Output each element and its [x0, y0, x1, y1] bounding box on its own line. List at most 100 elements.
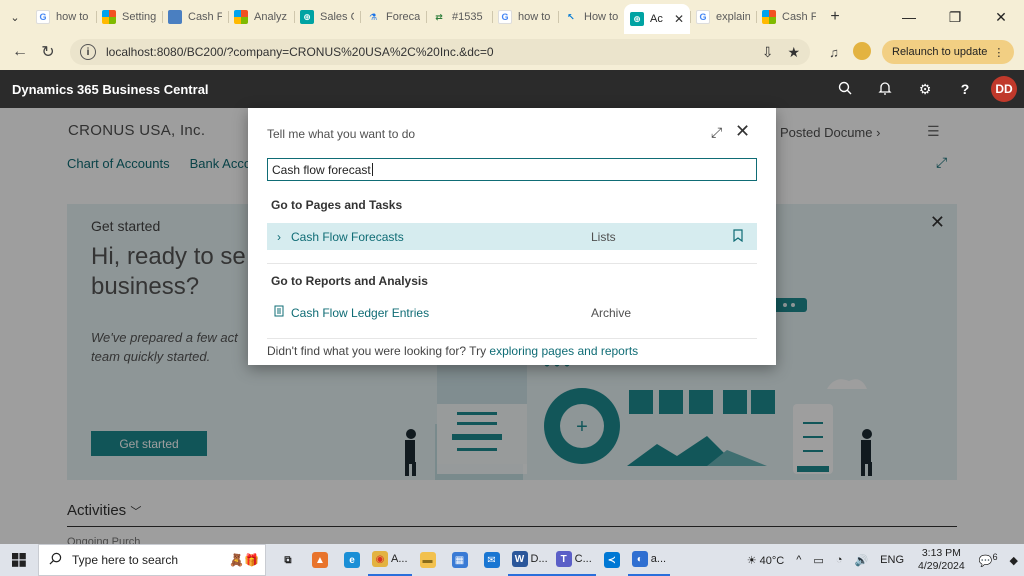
- profile-icon[interactable]: [848, 41, 876, 63]
- windows-start-icon[interactable]: [0, 553, 38, 567]
- app-brand[interactable]: Dynamics 365 Business Central: [12, 82, 209, 97]
- browser-tab[interactable]: Gexplain: [690, 4, 756, 30]
- dialog-footer: Didn't find what you were looking for? T…: [267, 344, 638, 358]
- taskbar-app-app-blue[interactable]: ◐ a...: [627, 544, 671, 576]
- close-dialog-icon[interactable]: ✕: [735, 121, 750, 142]
- volume-icon[interactable]: 🔊: [848, 554, 874, 567]
- taskbar-app-explorer[interactable]: ▬: [412, 544, 444, 576]
- browser-tab[interactable]: ⚗ Foreca: [360, 4, 426, 30]
- result-row-cash-flow-forecasts[interactable]: › Cash Flow Forecasts Lists: [267, 223, 757, 250]
- chevron-right-icon: ›: [277, 229, 281, 244]
- browser-tabs: Ghow to Setting Cash F Analyz ⊕ Sales C ⚗ Forec…: [30, 0, 822, 34]
- notification-count: 6: [992, 552, 998, 563]
- result-name[interactable]: Cash Flow Forecasts: [291, 230, 591, 244]
- taskbar-app-chrome[interactable]: ◉ A...: [368, 544, 412, 576]
- browser-tab[interactable]: Analyz: [228, 4, 294, 30]
- microsoft-icon: [762, 10, 776, 24]
- taskbar-app-task-view[interactable]: ⧉: [272, 544, 304, 576]
- browser-tab[interactable]: ⇄ #1535: [426, 4, 492, 30]
- google-icon: G: [36, 10, 50, 24]
- app-blue-icon: ◐: [631, 551, 648, 567]
- google-icon: G: [498, 10, 512, 24]
- address-bar[interactable]: i localhost:8080/BC200/?company=CRONUS%2…: [70, 39, 810, 65]
- mail-icon: ✉: [483, 552, 500, 568]
- browser-tab[interactable]: ⊕ Ac ✕: [624, 4, 690, 34]
- close-window-icon[interactable]: ✕: [978, 0, 1024, 34]
- battery-icon[interactable]: ▭: [807, 554, 829, 567]
- search-icon: [49, 552, 62, 568]
- help-icon[interactable]: ?: [945, 81, 985, 97]
- taskbar-app-edge[interactable]: e: [336, 544, 368, 576]
- minimize-icon[interactable]: —: [886, 0, 932, 34]
- browser-tab[interactable]: Ghow to: [30, 4, 96, 30]
- result-name[interactable]: Cash Flow Ledger Entries: [291, 306, 591, 320]
- taskbar-app-teams[interactable]: T C...: [551, 544, 596, 576]
- weather-temp: 40°C: [759, 554, 785, 567]
- bookmark-star-icon[interactable]: ★: [787, 44, 800, 61]
- media-control-icon[interactable]: ♫: [820, 45, 848, 60]
- install-app-icon[interactable]: ⇩: [762, 44, 774, 61]
- tray-overflow-icon[interactable]: ^: [790, 554, 807, 566]
- url-text[interactable]: localhost:8080/BC200/?company=CRONUS%20U…: [106, 45, 748, 59]
- section-reports-analysis: Go to Reports and Analysis: [271, 274, 428, 288]
- wifi-icon[interactable]: ◔: [830, 554, 849, 566]
- tell-me-search-input[interactable]: Cash flow forecast: [267, 158, 757, 181]
- reload-icon[interactable]: ↻: [34, 42, 62, 62]
- taskbar-app-label: D...: [530, 553, 548, 565]
- business-central-icon: ⊕: [300, 10, 314, 24]
- edge-icon: e: [344, 552, 360, 568]
- avatar[interactable]: DD: [991, 76, 1017, 102]
- store-icon: ▦: [451, 552, 468, 568]
- browser-tab[interactable]: Ghow to: [492, 4, 558, 30]
- notification-icon[interactable]: 💬6: [973, 552, 1004, 568]
- toolbar-right: ♫ Relaunch to update ⋮: [820, 40, 1015, 64]
- dialog-title: Tell me what you want to do: [267, 127, 416, 141]
- browser-tab[interactable]: Cash F: [162, 4, 228, 30]
- bookmark-icon[interactable]: [733, 228, 743, 245]
- taskbar-app-word[interactable]: W D...: [507, 544, 552, 576]
- app-orange-icon: ▲: [312, 552, 328, 568]
- text-caret: [371, 163, 373, 176]
- taskbar-app-mail[interactable]: ✉: [476, 544, 508, 576]
- close-tab-icon[interactable]: ✕: [674, 12, 684, 26]
- more-icon: ⋮: [993, 46, 1005, 59]
- tab-label: explain: [716, 11, 750, 23]
- browser-tab[interactable]: ⊕ Sales C: [294, 4, 360, 30]
- taskbar-app-app-orange[interactable]: ▲: [304, 544, 336, 576]
- language-indicator[interactable]: ENG: [874, 554, 910, 566]
- tab-label: #1535: [452, 11, 483, 23]
- taskbar-app-store[interactable]: ▦: [444, 544, 476, 576]
- copilot-icon[interactable]: ◆: [1004, 554, 1024, 567]
- browser-toolbar: ← → ↻ i localhost:8080/BC200/?company=CR…: [0, 34, 1024, 576]
- relaunch-button[interactable]: Relaunch to update ⋮: [882, 40, 1015, 64]
- bell-icon[interactable]: [865, 81, 905, 98]
- gear-icon[interactable]: ⚙: [905, 81, 945, 98]
- tab-search-icon[interactable]: ⌄: [0, 0, 30, 34]
- taskbar-app-vscode[interactable]: ≺: [596, 544, 628, 576]
- back-icon[interactable]: ←: [6, 43, 34, 61]
- vscode-icon: ≺: [603, 552, 620, 568]
- taskbar-search-placeholder: Type here to search: [72, 553, 179, 567]
- taskbar-app-label: A...: [391, 553, 408, 565]
- window-controls: — ❐ ✕: [886, 0, 1024, 34]
- result-category: Lists: [591, 229, 616, 244]
- tab-label: Cash F: [188, 11, 222, 23]
- expand-dialog-icon[interactable]: ⤢: [711, 124, 722, 141]
- word-icon: W: [511, 551, 528, 567]
- search-icon[interactable]: [825, 81, 865, 98]
- clock[interactable]: 3:13 PM 4/29/2024: [910, 547, 973, 573]
- taskbar-search-box[interactable]: Type here to search 🧸🎁: [38, 544, 266, 576]
- new-tab-button[interactable]: +: [822, 8, 848, 26]
- explore-pages-link[interactable]: exploring pages and reports: [489, 344, 638, 358]
- browser-tab[interactable]: Cash Fl: [756, 4, 822, 30]
- document-icon: [168, 10, 182, 24]
- footer-text: Didn't find what you were looking for? T…: [267, 344, 490, 358]
- weather-widget[interactable]: ☀ 40°C: [741, 554, 791, 567]
- taskbar-app-label: C...: [574, 553, 592, 565]
- browser-tab[interactable]: ↖ How to: [558, 4, 624, 30]
- browser-tab[interactable]: Setting: [96, 4, 162, 30]
- app-header: Dynamics 365 Business Central ⚙ ? DD: [0, 70, 1024, 108]
- restore-icon[interactable]: ❐: [932, 0, 978, 34]
- result-row-cash-flow-ledger-entries[interactable]: Cash Flow Ledger Entries Archive: [267, 299, 757, 326]
- site-info-icon[interactable]: i: [80, 44, 96, 60]
